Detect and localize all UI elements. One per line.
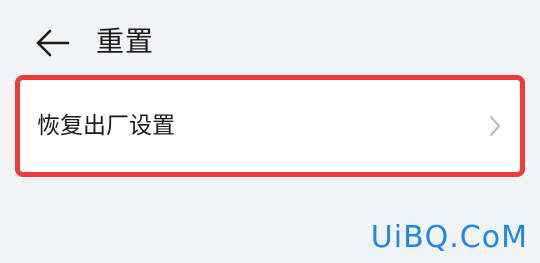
page-title: 重置 — [96, 25, 155, 58]
back-button[interactable] — [34, 26, 74, 60]
back-arrow-icon — [34, 26, 74, 60]
watermark: UiBQ.CoM — [370, 220, 528, 255]
top-bar: 重置 — [0, 0, 540, 80]
highlight-box — [15, 75, 525, 177]
